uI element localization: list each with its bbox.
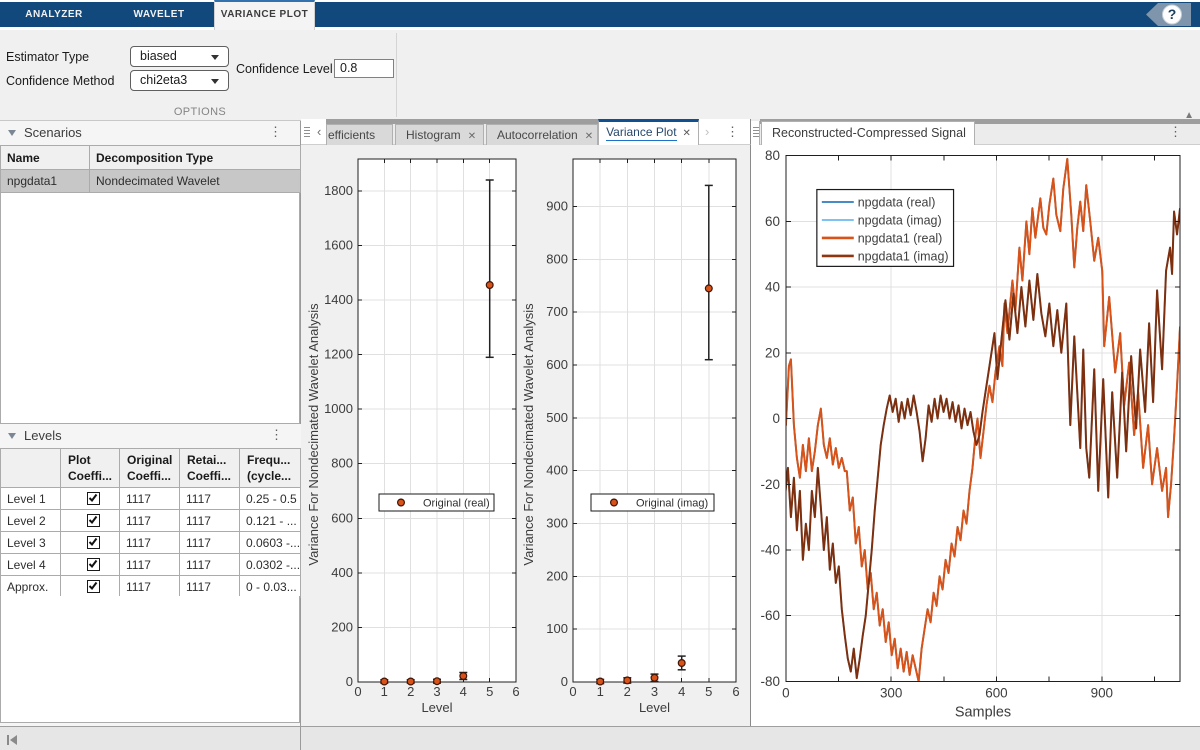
svg-text:80: 80: [765, 148, 780, 163]
svg-text:60: 60: [765, 214, 780, 229]
svg-text:2: 2: [407, 684, 414, 699]
svg-text:-20: -20: [760, 477, 779, 492]
svg-text:3: 3: [433, 684, 440, 699]
svg-text:0: 0: [782, 685, 789, 700]
svg-text:0: 0: [772, 411, 779, 426]
svg-text:1800: 1800: [324, 183, 353, 198]
svg-text:300: 300: [880, 685, 902, 700]
svg-text:Original (imag): Original (imag): [636, 497, 708, 509]
svg-text:40: 40: [765, 280, 780, 295]
svg-text:Original (real): Original (real): [423, 497, 490, 509]
svg-text:5: 5: [705, 684, 712, 699]
svg-text:npgdata (real): npgdata (real): [858, 196, 936, 210]
svg-text:6: 6: [512, 684, 519, 699]
svg-text:Samples: Samples: [955, 704, 1011, 720]
svg-text:300: 300: [546, 516, 568, 531]
svg-text:1200: 1200: [324, 347, 353, 362]
svg-text:Variance For Nondecimated Wave: Variance For Nondecimated Wavelet Analys…: [521, 303, 536, 566]
svg-text:Level: Level: [639, 700, 670, 715]
svg-text:20: 20: [765, 345, 780, 360]
svg-text:500: 500: [546, 410, 568, 425]
svg-text:700: 700: [546, 304, 568, 319]
svg-text:900: 900: [1091, 685, 1113, 700]
svg-text:4: 4: [460, 684, 467, 699]
svg-text:npgdata1 (imag): npgdata1 (imag): [858, 249, 949, 263]
svg-text:0: 0: [354, 684, 361, 699]
svg-text:1600: 1600: [324, 238, 353, 253]
svg-text:0: 0: [346, 674, 353, 689]
svg-text:100: 100: [546, 621, 568, 636]
svg-text:1: 1: [381, 684, 388, 699]
svg-text:2: 2: [624, 684, 631, 699]
svg-text:-40: -40: [760, 543, 779, 558]
svg-text:600: 600: [546, 357, 568, 372]
svg-text:0: 0: [561, 674, 568, 689]
svg-text:Level: Level: [421, 700, 452, 715]
svg-text:3: 3: [651, 684, 658, 699]
svg-text:1000: 1000: [324, 401, 353, 416]
svg-text:npgdata1 (real): npgdata1 (real): [858, 231, 943, 245]
svg-text:800: 800: [331, 456, 353, 471]
svg-text:-60: -60: [760, 608, 779, 623]
svg-text:Variance For Nondecimated Wave: Variance For Nondecimated Wavelet Analys…: [306, 303, 321, 566]
svg-text:1400: 1400: [324, 292, 353, 307]
svg-text:-80: -80: [760, 674, 779, 689]
svg-text:npgdata (imag): npgdata (imag): [858, 213, 942, 227]
svg-text:0: 0: [569, 684, 576, 699]
svg-text:400: 400: [546, 463, 568, 478]
svg-text:200: 200: [546, 568, 568, 583]
svg-text:4: 4: [678, 684, 685, 699]
svg-text:600: 600: [985, 685, 1007, 700]
svg-text:600: 600: [331, 510, 353, 525]
svg-text:900: 900: [546, 199, 568, 214]
svg-text:400: 400: [331, 565, 353, 580]
svg-text:?: ?: [1168, 6, 1177, 22]
svg-text:800: 800: [546, 251, 568, 266]
svg-text:1: 1: [597, 684, 604, 699]
svg-text:5: 5: [486, 684, 493, 699]
svg-text:6: 6: [732, 684, 739, 699]
svg-text:200: 200: [331, 619, 353, 634]
